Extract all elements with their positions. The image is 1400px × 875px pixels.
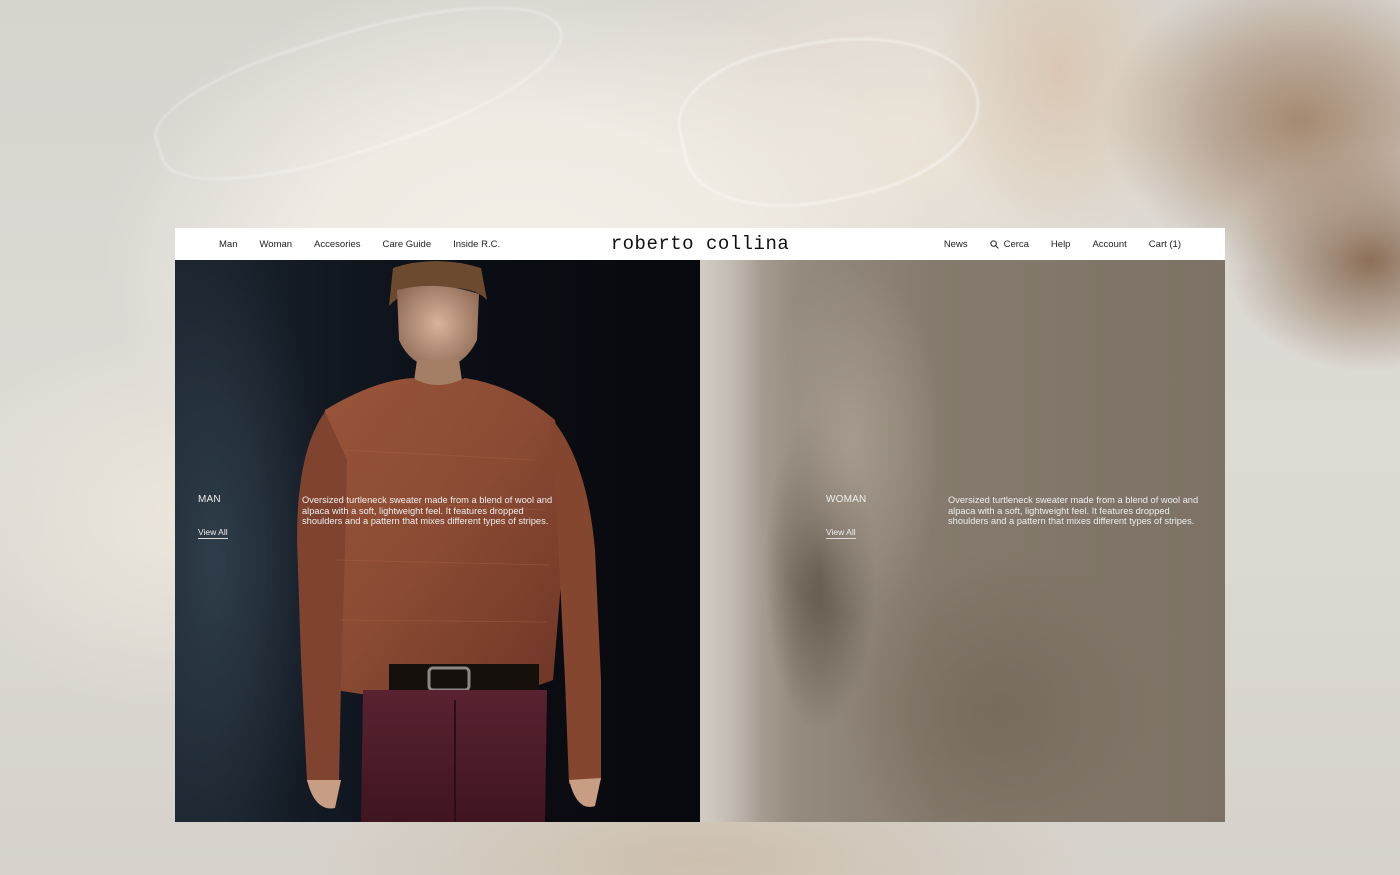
man-panel[interactable]: MAN View All Oversized turtleneck sweate… bbox=[175, 260, 700, 822]
man-description: Oversized turtleneck sweater made from a… bbox=[302, 495, 553, 526]
website-window: Man Woman Accesories Care Guide Inside R… bbox=[175, 228, 1225, 822]
nav-accessories[interactable]: Accesories bbox=[314, 239, 360, 250]
man-view-all-link[interactable]: View All bbox=[198, 527, 228, 539]
utility-nav: News Cerca Help Account Cart (1) bbox=[944, 228, 1181, 260]
nav-help[interactable]: Help bbox=[1051, 239, 1071, 250]
man-title: MAN bbox=[198, 494, 221, 505]
brand-logo[interactable]: roberto collina bbox=[611, 228, 790, 260]
man-model-image bbox=[297, 261, 601, 822]
search-label: Cerca bbox=[1003, 238, 1029, 250]
nav-man[interactable]: Man bbox=[219, 239, 237, 250]
nav-care-guide[interactable]: Care Guide bbox=[383, 239, 432, 250]
nav-news[interactable]: News bbox=[944, 239, 968, 250]
search-icon bbox=[989, 239, 999, 249]
nav-inside-rc[interactable]: Inside R.C. bbox=[453, 239, 500, 250]
category-panels: MAN View All Oversized turtleneck sweate… bbox=[175, 260, 1225, 822]
primary-nav: Man Woman Accesories Care Guide Inside R… bbox=[219, 228, 522, 260]
header: Man Woman Accesories Care Guide Inside R… bbox=[175, 228, 1225, 260]
nav-cart[interactable]: Cart (1) bbox=[1149, 239, 1181, 250]
nav-woman[interactable]: Woman bbox=[259, 239, 292, 250]
woman-view-all-link[interactable]: View All bbox=[826, 527, 856, 539]
woman-description: Oversized turtleneck sweater made from a… bbox=[948, 495, 1199, 526]
woman-panel[interactable]: WOMAN View All Oversized turtleneck swea… bbox=[700, 260, 1225, 822]
woman-title: WOMAN bbox=[826, 494, 867, 505]
nav-account[interactable]: Account bbox=[1092, 239, 1126, 250]
search-button[interactable]: Cerca bbox=[989, 238, 1029, 250]
